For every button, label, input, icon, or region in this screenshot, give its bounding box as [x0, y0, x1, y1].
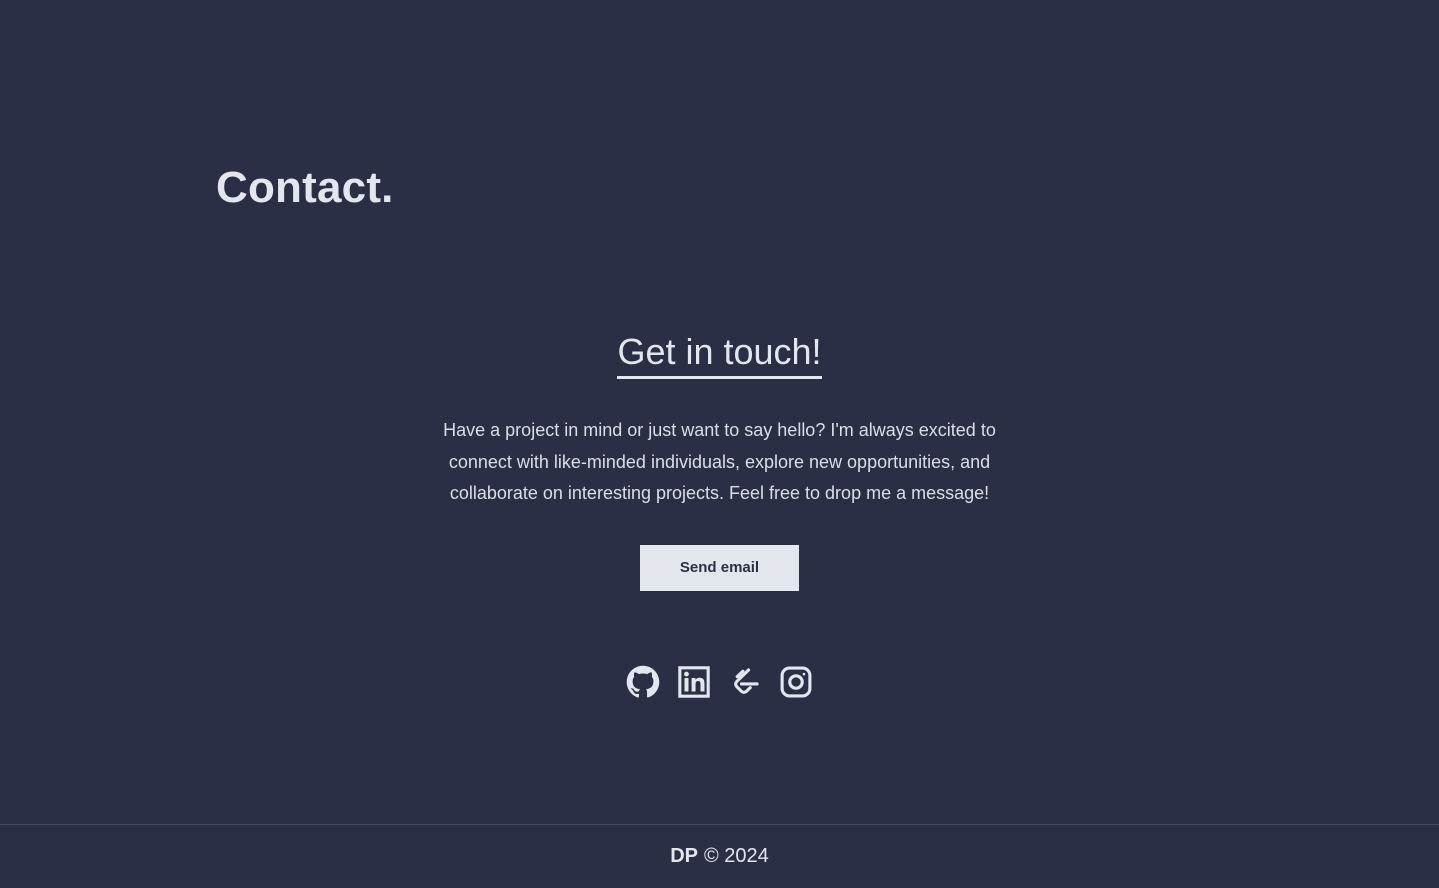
social-links [626, 665, 813, 699]
leetcode-link[interactable] [728, 665, 762, 699]
leetcode-icon [734, 667, 759, 694]
section-title: Contact. [216, 163, 394, 212]
linkedin-icon [678, 665, 710, 698]
send-email-button[interactable]: Send email [640, 544, 799, 591]
footer-brand: DP [670, 845, 698, 867]
linkedin-link[interactable] [677, 665, 711, 699]
contact-content: Get in touch! Have a project in mind or … [0, 330, 1439, 699]
contact-heading: Get in touch! [617, 330, 822, 379]
contact-description: Have a project in mind or just want to s… [443, 420, 996, 503]
page-footer: DP © 2024 [0, 824, 1439, 888]
github-link[interactable] [626, 665, 660, 699]
instagram-link[interactable] [779, 665, 813, 699]
contact-page: Contact. Get in touch! Have a project in… [0, 0, 1439, 888]
github-icon [626, 665, 660, 697]
footer-copyright: © 2024 [704, 845, 769, 867]
instagram-icon [780, 666, 812, 697]
